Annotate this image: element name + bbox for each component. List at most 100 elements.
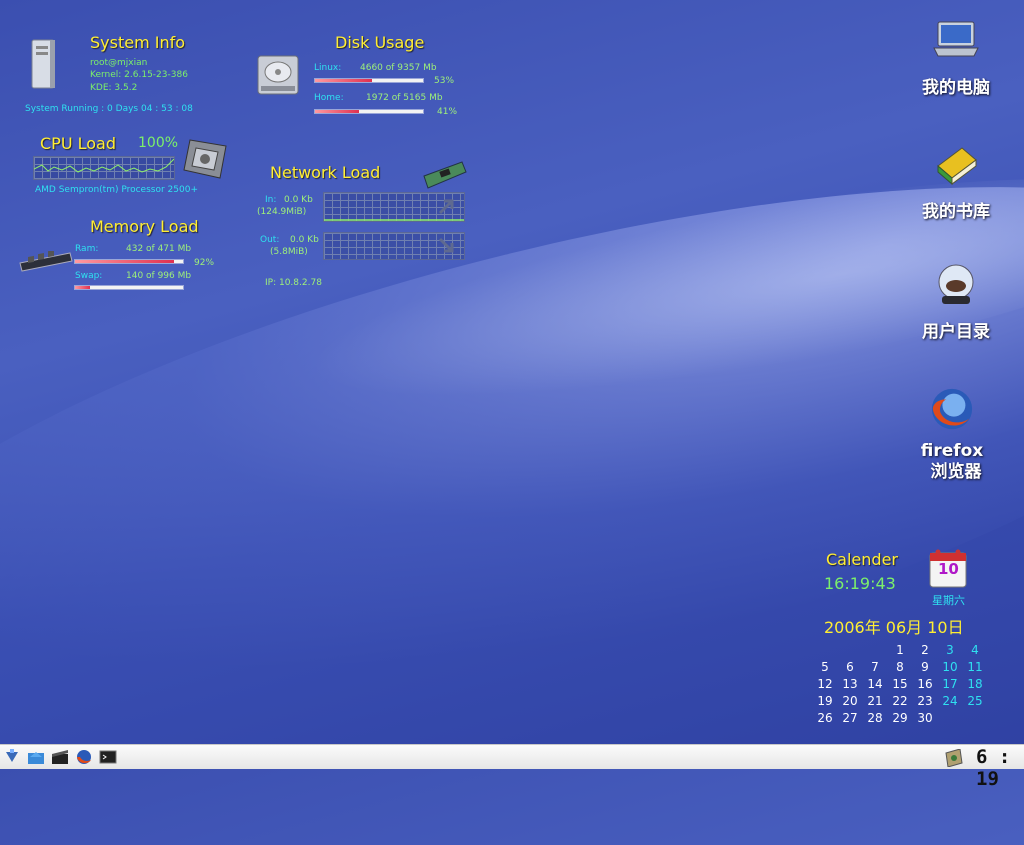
calendar-day: 24 <box>942 694 958 708</box>
firefox-icon <box>931 388 973 430</box>
calendar-day: 20 <box>842 694 858 708</box>
disk-usage-title: Disk Usage <box>335 33 425 52</box>
net-out-rate: 0.0 Kb <box>290 235 319 245</box>
linux-disk-percent: 53% <box>434 76 455 86</box>
cpu-chip-icon <box>183 139 227 179</box>
desktop-icon-computer-label: 我的电脑 <box>922 78 990 98</box>
disk-usage-widget: Disk Usage Linux: 4660 of 9357 Mb 53% Ho… <box>252 32 467 122</box>
calendar-weekday: 星期六 <box>932 594 965 607</box>
calendar-day: 11 <box>967 660 983 674</box>
hard-drive-icon <box>257 55 299 95</box>
calendar-day-number: 10 <box>938 560 959 578</box>
net-out-graph <box>323 232 465 260</box>
calendar-day: 12 <box>817 677 833 691</box>
linux-disk-fill <box>315 79 373 82</box>
swap-value: 140 of 996 Mb <box>126 271 192 281</box>
memory-load-widget: Memory Load Ram: 432 of 471 Mb 92% Swap:… <box>16 217 226 295</box>
calendar-day: 25 <box>967 694 983 708</box>
desktop-icon-home[interactable]: 用户目录 <box>906 262 1006 342</box>
calendar-day: 14 <box>867 677 883 691</box>
desktop-icon-computer[interactable]: 我的电脑 <box>906 18 1006 98</box>
desktop-icon-firefox-label-1: firefox <box>920 441 984 461</box>
system-uptime: System Running : 0 Days 04 : 53 : 08 <box>25 104 193 114</box>
calendar-date: 2006年 06月 10日 <box>824 618 964 637</box>
net-out-total: (5.8MiB) <box>270 247 308 257</box>
system-kernel: Kernel: 2.6.15-23-386 <box>90 70 188 80</box>
desktop-icon-firefox-label-2: 浏览器 <box>930 462 982 482</box>
calendar-day: 8 <box>896 660 904 674</box>
cpu-load-title: CPU Load <box>40 134 116 153</box>
terminal-launcher[interactable] <box>99 749 117 765</box>
system-tray-app[interactable] <box>944 748 963 768</box>
home-folder-launcher[interactable] <box>27 749 45 765</box>
network-load-title: Network Load <box>270 163 381 182</box>
linux-disk-label: Linux: <box>314 63 342 73</box>
calendar-time: 16:19:43 <box>824 574 896 593</box>
kde-menu-button[interactable] <box>3 749 21 765</box>
home-disk-percent: 41% <box>437 107 458 117</box>
net-ip-address: IP: 10.8.2.78 <box>265 278 322 288</box>
calendar-day: 16 <box>917 677 933 691</box>
memory-load-title: Memory Load <box>90 217 199 236</box>
cpu-load-widget: CPU Load 100% AMD Sempron(tm) Processor … <box>30 134 235 204</box>
calendar-grid: 1 2 3 4 5 6 7 8 9 10 11 12 13 14 15 16 17 18 19 20 21 22 23 24 2… <box>814 643 994 729</box>
folder-home-icon <box>28 752 44 764</box>
home-disk-label: Home: <box>314 93 344 103</box>
net-in-rate: 0.0 Kb <box>284 195 313 205</box>
calendar-day: 15 <box>892 677 908 691</box>
system-kde: KDE: 3.5.2 <box>90 83 138 93</box>
calendar-day: 4 <box>971 643 979 657</box>
ram-usage-bar <box>74 259 184 264</box>
server-tower-icon <box>31 39 55 89</box>
linux-disk-bar <box>314 78 424 83</box>
tray-app-icon <box>945 748 963 768</box>
calendar-day: 23 <box>917 694 933 708</box>
desktop-icon-library[interactable]: 我的书库 <box>906 142 1006 222</box>
calendar-day: 27 <box>842 711 858 725</box>
net-in-graph <box>323 192 465 222</box>
calendar-title: Calender <box>826 550 898 569</box>
calendar-day: 6 <box>846 660 854 674</box>
firefox-small-icon <box>77 750 91 764</box>
net-ip-text: IP: 10.8.2.78 <box>265 278 322 288</box>
system-info-widget: System Info root@mjxian Kernel: 2.6.15-2… <box>20 30 240 120</box>
book-icon <box>937 147 977 186</box>
calendar-day: 18 <box>967 677 983 691</box>
swap-usage-bar <box>74 285 184 290</box>
calendar-day: 21 <box>867 694 883 708</box>
taskbar: 6 : 19 <box>0 744 1024 790</box>
calendar-day: 22 <box>892 694 908 708</box>
film-clapper-icon <box>52 750 68 764</box>
calendar-day: 28 <box>867 711 883 725</box>
ram-percent: 92% <box>194 258 215 268</box>
ram-label: Ram: <box>75 244 99 254</box>
kde-menu-icon <box>6 749 18 762</box>
media-player-launcher[interactable] <box>51 749 69 765</box>
home-disk-value: 1972 of 5165 Mb <box>366 93 443 103</box>
calendar-day: 3 <box>946 643 954 657</box>
cpu-load-graph <box>33 156 175 180</box>
network-card-icon <box>423 161 467 189</box>
swap-label: Swap: <box>75 271 103 281</box>
ram-usage-fill <box>75 260 175 263</box>
net-out-label: Out: <box>260 235 280 245</box>
calendar-day: 26 <box>817 711 833 725</box>
calendar-day: 17 <box>942 677 958 691</box>
system-info-title: System Info <box>90 33 186 52</box>
calendar-day: 10 <box>942 660 958 674</box>
network-load-widget: Network Load In: 0.0 Kb (124.9MiB) Out: … <box>255 158 470 293</box>
ram-module-icon <box>19 251 73 272</box>
home-disk-bar <box>314 109 424 114</box>
calendar-widget: Calender 16:19:43 10 星期六 2006年 06月 10日 1… <box>812 545 1012 730</box>
calendar-day: 5 <box>821 660 829 674</box>
desktop-icon-home-label: 用户目录 <box>922 322 990 342</box>
home-disk-fill <box>315 110 360 113</box>
calendar-day: 1 <box>896 643 904 657</box>
desktop-icon-firefox[interactable]: firefox 浏览器 <box>902 386 1002 483</box>
taskbar-clock[interactable]: 6 : 19 <box>976 746 1024 790</box>
desktop-icon-library-label: 我的书库 <box>922 202 990 222</box>
net-in-total: (124.9MiB) <box>257 207 307 217</box>
calendar-day: 30 <box>917 711 933 725</box>
calendar-day: 9 <box>921 660 929 674</box>
firefox-launcher[interactable] <box>75 749 93 765</box>
